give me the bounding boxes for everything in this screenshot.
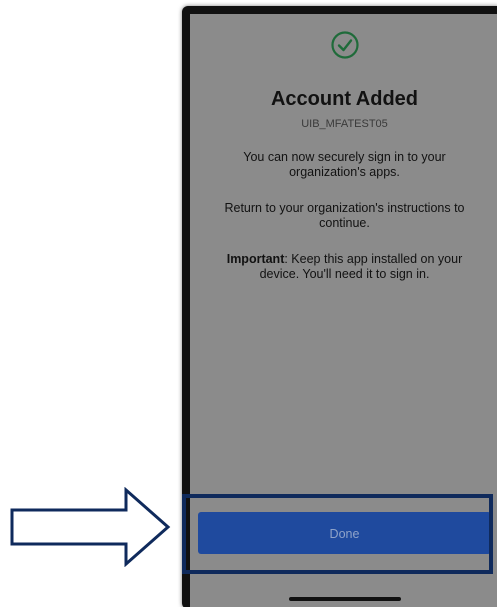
home-indicator bbox=[288, 597, 401, 601]
tutorial-screenshot: Account Added UIB_MFATEST05 You can now … bbox=[0, 0, 497, 607]
instructions-message: Return to your organization's instructio… bbox=[224, 201, 465, 230]
done-button-highlight bbox=[182, 494, 493, 574]
sign-in-message: You can now securely sign in to your org… bbox=[243, 150, 446, 179]
account-id: UIB_MFATEST05 bbox=[301, 118, 388, 130]
important-text: : Keep this app installed on your device… bbox=[259, 252, 463, 281]
important-label: Important bbox=[226, 252, 285, 266]
right-arrow-icon bbox=[10, 487, 171, 567]
important-message: Important: Keep this app installed on yo… bbox=[204, 252, 485, 282]
page-title: Account Added bbox=[270, 88, 419, 110]
check-circle-icon bbox=[330, 31, 359, 59]
